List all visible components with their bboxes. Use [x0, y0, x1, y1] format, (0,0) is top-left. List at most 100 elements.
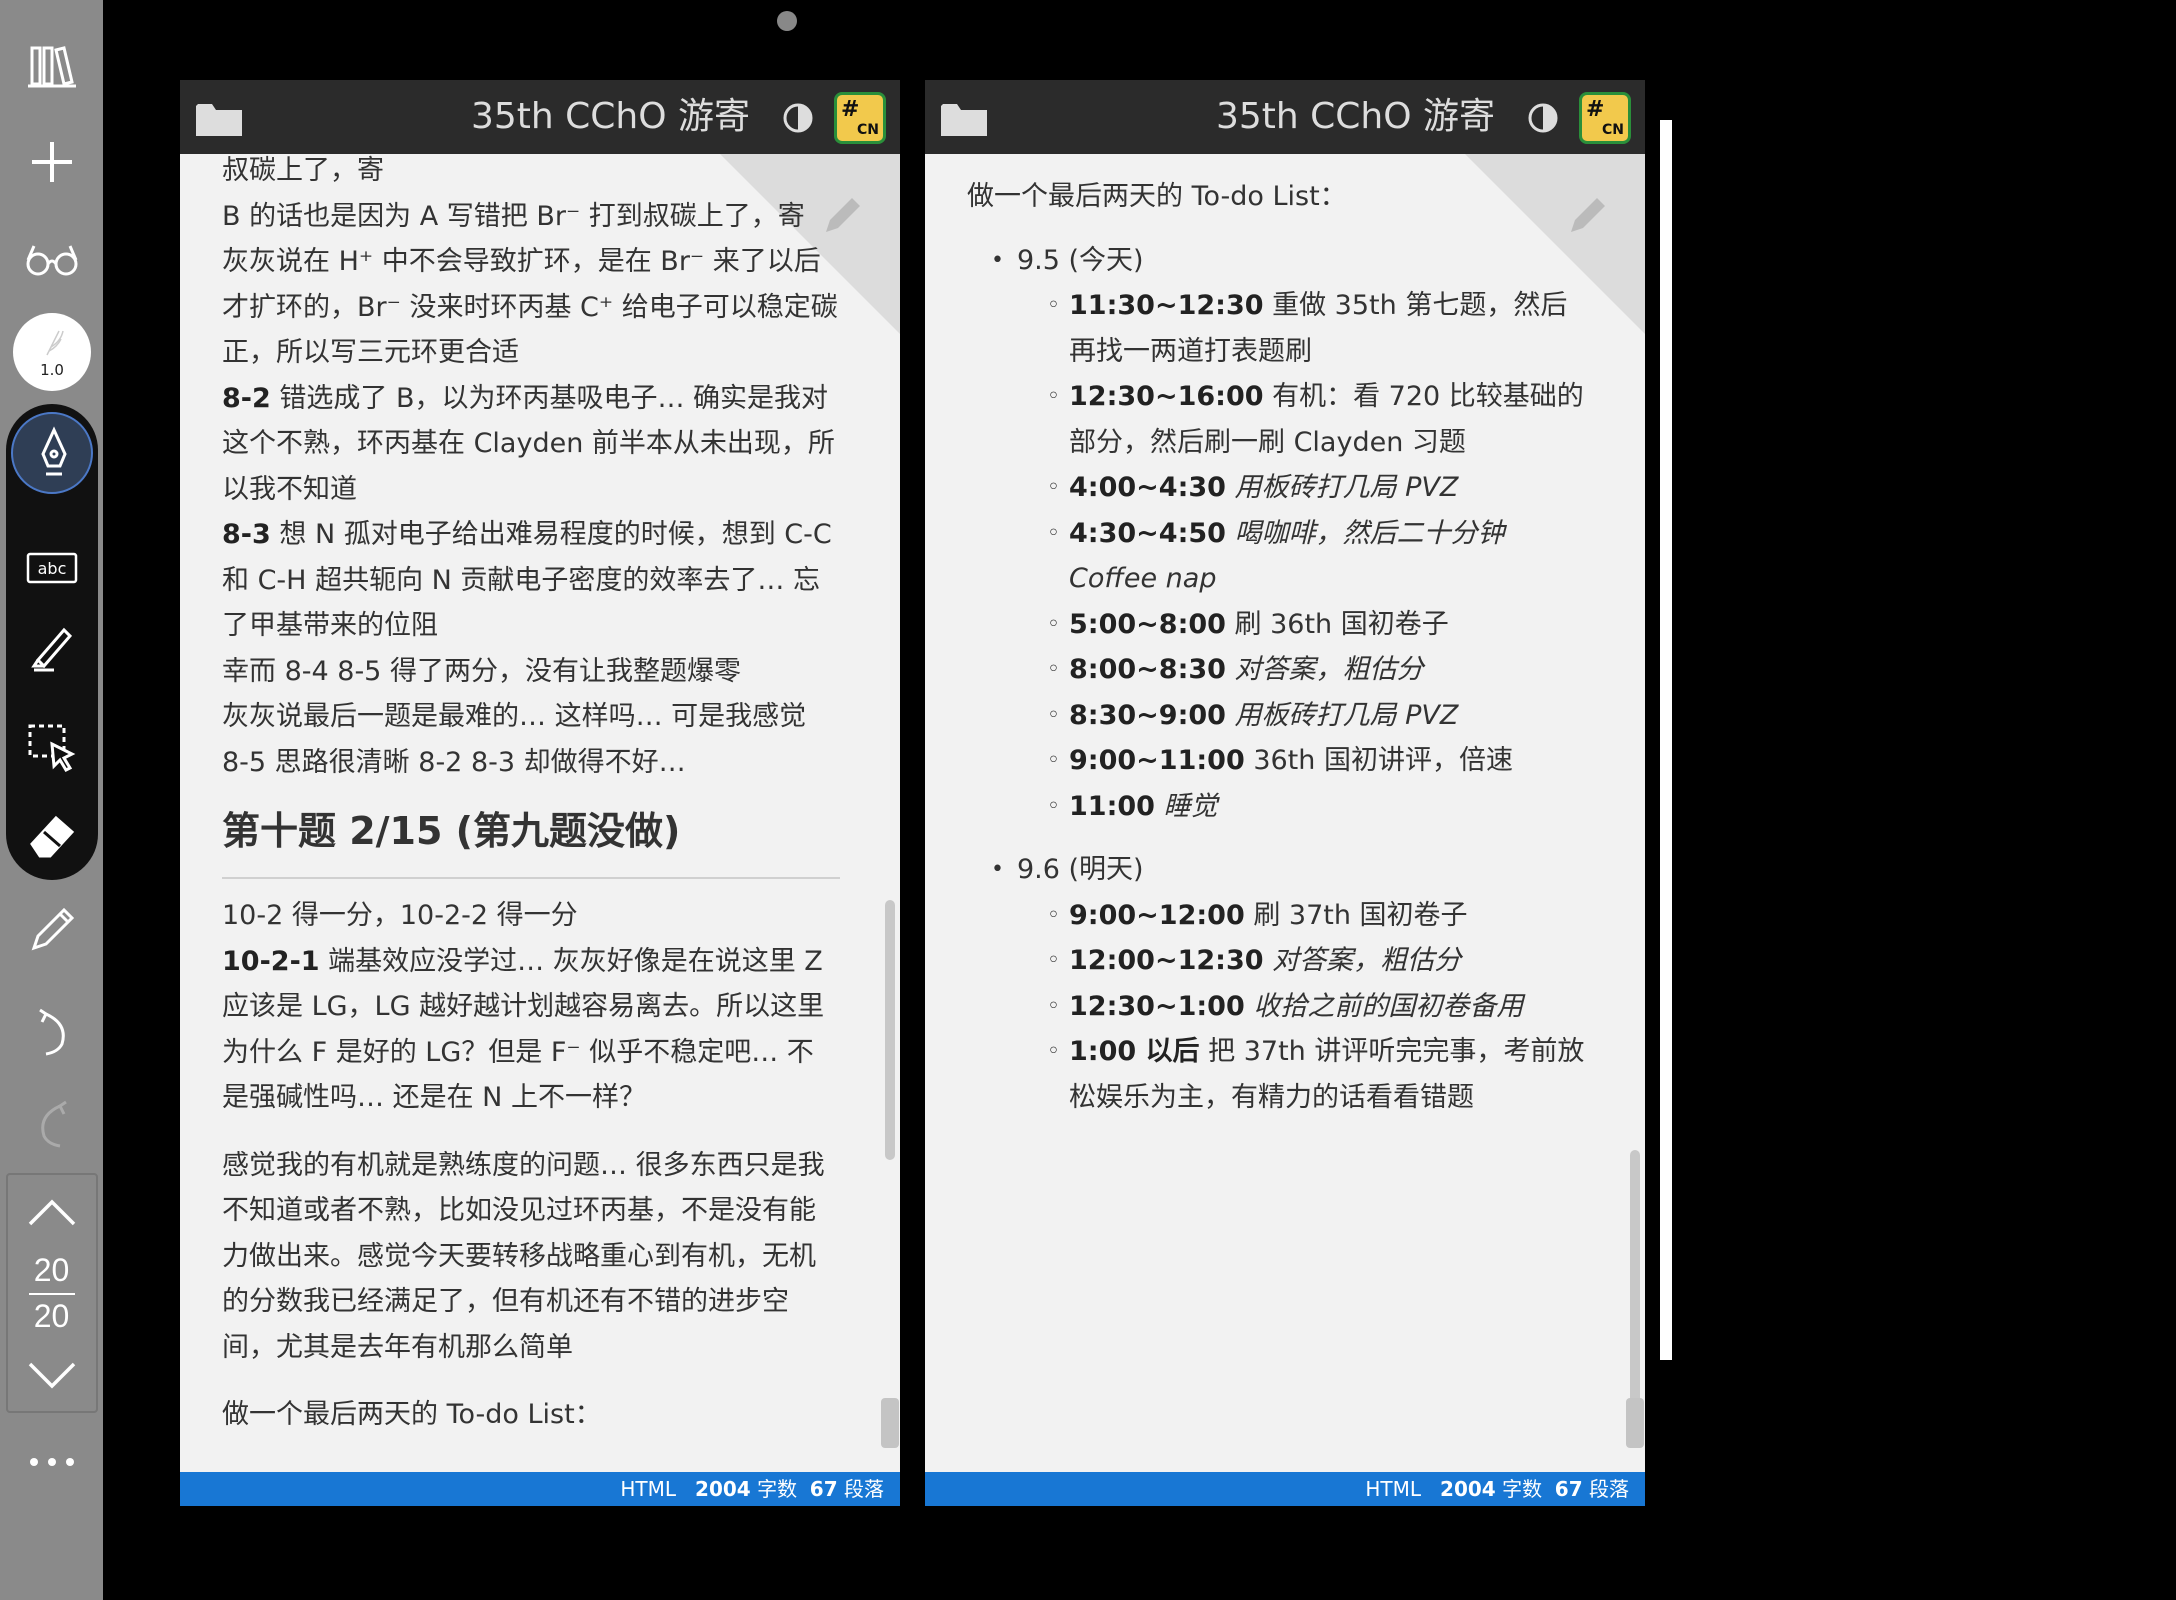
todo-text: 睡觉: [1154, 790, 1218, 822]
undo-icon: [38, 1008, 65, 1056]
todo-text: 对答案，粗估分: [1225, 654, 1424, 685]
app-icon[interactable]: # CN: [834, 92, 886, 144]
feather-icon: [46, 330, 64, 356]
left-doc-text: 叔碳上了，寄 B 的话也是因为 A 写错把 Br⁻ 打到叔碳上了，寄 灰灰说在 …: [222, 154, 840, 1438]
pen-size-button[interactable]: 1.0: [13, 313, 91, 391]
todo-time: 1:00 以后: [1069, 1036, 1200, 1067]
paragraph: 感觉我的有机就是熟练度的问题… 很多东西只是我不知道或者不熟，比如没见过环丙基，…: [222, 1149, 825, 1363]
todo-item: 11:30~12:30 重做 35th 第七题，然后再找一两道打表题刷: [967, 283, 1587, 374]
todo-time: 12:30~1:00: [1069, 990, 1245, 1022]
contrast-icon[interactable]: [782, 102, 814, 134]
document-body[interactable]: 做一个最后两天的 To-do List： 9.5 (今天) 11:30~12:3…: [925, 154, 1645, 1474]
current-page-number: 20: [33, 1252, 70, 1288]
paragraph-count-unit: 段落: [844, 1477, 884, 1501]
todo-time: 4:00~4:30: [1069, 472, 1226, 503]
plus-icon: [31, 142, 72, 182]
paragraph-text: 错选成了 B，以为环丙基吸电子… 确实是我对这个不熟，环丙基在 Clayden …: [222, 382, 835, 505]
redo-icon: [40, 1100, 67, 1148]
text-tool[interactable]: abc: [0, 528, 103, 608]
vertical-scrollbar[interactable]: [885, 900, 895, 1160]
todo-text: 36th 国初讲评，倍速: [1244, 745, 1513, 776]
todo-item: 12:00~12:30 对答案，粗估分: [967, 938, 1587, 984]
svg-text:abc: abc: [37, 559, 66, 578]
pencil-tool[interactable]: [0, 890, 103, 970]
highlighter-tool[interactable]: [0, 606, 103, 686]
library-icon: [27, 46, 76, 88]
todo-time: 9:00~12:00: [1069, 899, 1245, 931]
library-button[interactable]: [0, 26, 103, 106]
eraser-icon: [29, 815, 74, 858]
todo-item: 1:00 以后 把 37th 讲评听完完事，考前放松娱乐为主，有精力的话看看错题: [967, 1029, 1587, 1120]
pen-size-value: 1.0: [40, 361, 64, 379]
todo-item: 8:30~9:00 用板砖打几局 PVZ: [967, 693, 1587, 739]
todo-time: 8:30~9:00: [1069, 699, 1226, 731]
paragraph: 叔碳上了，寄: [222, 155, 384, 186]
chevron-up-icon: [28, 1199, 75, 1226]
page-down-button[interactable]: [0, 1334, 103, 1414]
word-count: 2004: [1440, 1477, 1496, 1501]
lasso-select-icon: [28, 724, 75, 772]
highlighter-icon: [30, 627, 72, 672]
todo-text: 刷 37th 国初卷子: [1244, 899, 1468, 931]
camera-dot: [777, 11, 797, 31]
resize-handle[interactable]: [1626, 1398, 1644, 1448]
read-mode-button[interactable]: [0, 218, 103, 298]
tool-sidebar: 1.0 abc 20 20: [0, 0, 103, 1600]
paragraph: 8-2 错选成了 B，以为环丙基吸电子… 确实是我对这个不熟，环丙基在 Clay…: [222, 376, 840, 513]
todo-list: 9.5 (今天): [967, 238, 1587, 284]
folder-icon[interactable]: [196, 102, 242, 138]
offscreen-window-edge: [1660, 120, 1672, 1360]
pane-title: 35th CChO 游寄: [1215, 96, 1495, 137]
todo-text: 用板砖打几局 PVZ: [1225, 472, 1459, 503]
right-doc-text: 做一个最后两天的 To-do List： 9.5 (今天) 11:30~12:3…: [967, 174, 1587, 1120]
status-format: HTML: [1365, 1477, 1421, 1501]
todo-time: 11:00: [1069, 790, 1155, 822]
todo-text: 刷 36th 国初卷子: [1225, 608, 1449, 640]
todo-item: 8:00~8:30 对答案，粗估分: [967, 647, 1587, 693]
todo-intro: 做一个最后两天的 To-do List：: [967, 181, 1347, 212]
todo-time: 12:00~12:30: [1069, 945, 1264, 976]
day-label: 9.6 (明天): [967, 847, 1587, 893]
text-box-icon: abc: [26, 552, 77, 584]
todo-item: 12:30~1:00 收拾之前的国初卷备用: [967, 984, 1587, 1030]
todo-time: 11:30~12:30: [1069, 290, 1264, 321]
undo-button[interactable]: [0, 992, 103, 1072]
todo-item: 12:30~16:00 有机：看 720 比较基础的部分，然后刷一刷 Clayd…: [967, 374, 1587, 465]
eraser-tool[interactable]: [0, 794, 103, 874]
add-page-button[interactable]: [0, 122, 103, 202]
total-page-number: 20: [33, 1298, 70, 1334]
section-heading: 第十题 2/15 (第九题没做): [222, 785, 840, 879]
paragraph: 10-2 得一分，10-2-2 得一分: [222, 900, 578, 931]
status-bar: HTML 2004 字数 67 段落: [925, 1472, 1645, 1506]
vertical-scrollbar[interactable]: [1630, 1150, 1640, 1410]
contrast-icon[interactable]: [1527, 102, 1559, 134]
paragraph-count: 67: [809, 1477, 838, 1501]
paragraph: 8-3 想 N 孤对电子给出难易程度的时候，想到 C-C 和 C-H 超共轭向 …: [222, 512, 840, 649]
paragraph-text: 想 N 孤对电子给出难易程度的时候，想到 C-C 和 C-H 超共轭向 N 贡献…: [222, 519, 832, 641]
question-number: 8-3: [222, 519, 271, 550]
fountain-pen-tool[interactable]: [11, 412, 93, 494]
right-editor-pane: 35th CChO 游寄 #CN 做一个最后两天的 To-do List： 9.…: [925, 80, 1645, 1506]
document-body[interactable]: 叔碳上了，寄 B 的话也是因为 A 写错把 Br⁻ 打到叔碳上了，寄 灰灰说在 …: [180, 154, 900, 1474]
todo-text: 用板砖打几局 PVZ: [1225, 699, 1459, 731]
chevron-down-icon: [28, 1362, 75, 1389]
glasses-icon: [26, 245, 77, 276]
day-items: 9:00~12:00 刷 37th 国初卷子 12:00~12:30 对答案，粗…: [967, 893, 1587, 1121]
paragraph-count: 67: [1554, 1477, 1583, 1501]
question-number: 10-2-1: [222, 945, 320, 977]
todo-time: 12:30~16:00: [1069, 381, 1264, 412]
folder-icon[interactable]: [941, 102, 987, 138]
page-up-button[interactable]: [0, 1174, 103, 1254]
pane-header: 35th CChO 游寄 # CN: [925, 80, 1645, 154]
pane-title: 35th CChO 游寄: [470, 96, 750, 137]
todo-item: 9:00~11:00 36th 国初讲评，倍速: [967, 738, 1587, 784]
resize-handle[interactable]: [881, 1398, 899, 1448]
redo-button[interactable]: [0, 1084, 103, 1164]
app-icon[interactable]: # CN: [1579, 92, 1631, 144]
more-button[interactable]: [0, 1422, 103, 1502]
lasso-select-tool[interactable]: [0, 706, 103, 786]
pane-header: 35th CChO 游寄 # CN: [180, 80, 900, 154]
left-editor-pane: 35th CChO 游寄 # CN 叔碳上了，寄 B 的话也是因为 A 写错把 B…: [180, 80, 900, 1506]
paragraph: 灰灰说在 H⁺ 中不会导致扩环，是在 Br⁻ 来了以后才扩环的，Br⁻ 没来时环…: [222, 246, 838, 368]
todo-item: 11:00 睡觉: [967, 784, 1587, 830]
